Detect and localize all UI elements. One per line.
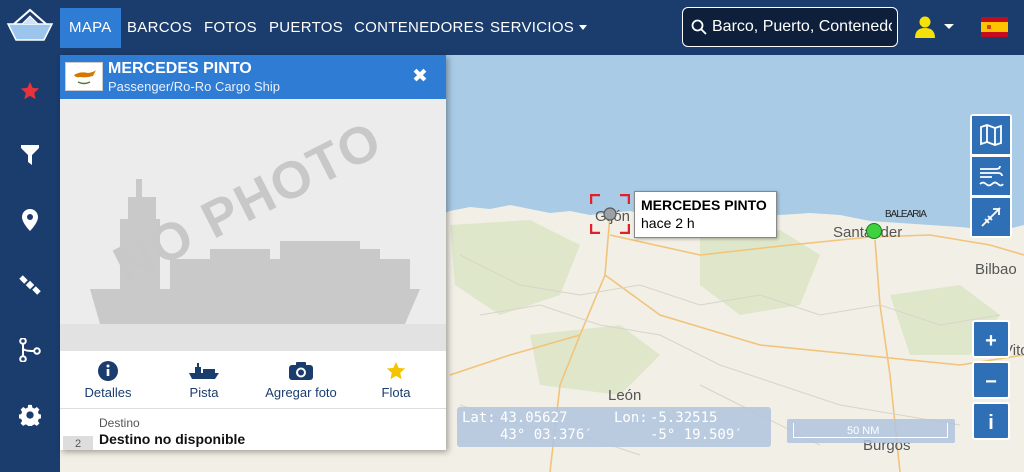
chevron-down-icon [579, 25, 588, 30]
tooltip-vessel-name: MERCEDES PINTO [641, 197, 767, 213]
star-fleet-icon [386, 361, 406, 380]
flag-cyprus-icon [65, 62, 103, 91]
info-button[interactable]: i [972, 402, 1010, 440]
map-icon [980, 124, 1002, 146]
details-label: Detalles [84, 385, 132, 400]
search-box[interactable] [682, 7, 898, 47]
sidebar-favorites-button[interactable] [0, 71, 60, 111]
destination-label: Destino [99, 416, 140, 430]
flag-spain-icon[interactable] [981, 17, 1008, 37]
map-layer-button[interactable] [972, 116, 1010, 154]
details-button[interactable]: Detalles [81, 361, 135, 400]
sidebar-filter-button[interactable] [0, 135, 60, 175]
route-icon [19, 338, 41, 362]
fleet-button[interactable]: Flota [377, 361, 415, 400]
selected-vessel-marker[interactable] [590, 194, 630, 234]
lon-label: Lon: [614, 410, 648, 426]
zoom-out-button[interactable]: − [972, 361, 1010, 399]
lat-dms: 43° 03.376′ [500, 427, 593, 443]
add-photo-button[interactable]: Agregar foto [260, 361, 342, 400]
close-icon[interactable]: ✖ [412, 65, 428, 88]
star-icon [20, 81, 40, 100]
zoom-in-button[interactable]: + [972, 320, 1010, 358]
nav-fotos[interactable]: FOTOS [204, 8, 257, 48]
destination-value: Destino no disponible [99, 431, 246, 447]
add-photo-label: Agregar foto [265, 385, 337, 400]
nav-mapa[interactable]: MAPA [60, 8, 121, 48]
sidebar-route-button[interactable] [0, 330, 60, 370]
vessel-label-cluster[interactable]: BALEARIA [885, 209, 927, 220]
gear-icon [19, 404, 41, 426]
search-icon [691, 19, 707, 35]
wind-waves-icon [979, 165, 1004, 187]
vessel-name: MERCEDES PINTO [108, 60, 252, 77]
satellite-icon [19, 275, 41, 295]
info-circle-icon [98, 361, 118, 381]
measure-tool-button[interactable] [972, 198, 1010, 236]
destination-badge: 2 [63, 436, 93, 450]
vessel-panel-header: MERCEDES PINTO Passenger/Ro-Ro Cargo Shi… [60, 55, 446, 99]
nav-contenedores[interactable]: CONTENEDORES [354, 8, 484, 48]
nav-puertos[interactable]: PUERTOS [269, 8, 343, 48]
nav-servicios-label: SERVICIOS [490, 19, 575, 36]
destination-section: 2 Destino Destino no disponible [60, 410, 446, 450]
logo-boat-icon[interactable] [4, 6, 56, 48]
sidebar-settings-button[interactable] [0, 395, 60, 435]
search-input[interactable] [712, 14, 892, 40]
sidebar-satellite-button[interactable] [0, 265, 60, 305]
fleet-label: Flota [381, 385, 411, 400]
compass-measure-icon [981, 207, 1001, 227]
coordinates-readout: Lat: 43.05627 Lon: -5.32515 43° 03.376′ … [457, 407, 771, 447]
nav-servicios[interactable]: SERVICIOS [490, 8, 588, 48]
vessel-photo-placeholder: NO PHOTO [60, 99, 446, 351]
weather-layer-button[interactable] [972, 157, 1010, 195]
lon-dms: -5° 19.509′ [650, 427, 743, 443]
user-icon [915, 16, 954, 38]
ship-track-icon [189, 363, 219, 379]
vessel-tooltip[interactable]: MERCEDES PINTO hace 2 h [634, 191, 777, 238]
scale-label: 50 NM [847, 425, 880, 437]
scale-bar: 50 NM [787, 419, 955, 443]
vessel-action-bar: Detalles Pista Agregar foto Flota [60, 351, 446, 409]
top-navbar: MAPA BARCOS FOTOS PUERTOS CONTENEDORES S… [0, 0, 1024, 55]
camera-icon [289, 362, 313, 380]
map-layer-controls [970, 114, 1012, 238]
vessel-type: Passenger/Ro-Ro Cargo Ship [108, 79, 280, 94]
filter-icon [21, 145, 39, 165]
vessel-info-panel: MERCEDES PINTO Passenger/Ro-Ro Cargo Shi… [60, 55, 446, 450]
lat-label: Lat: [462, 410, 496, 426]
tooltip-last-seen: hace 2 h [641, 215, 695, 231]
track-button[interactable]: Pista [184, 361, 224, 400]
track-label: Pista [189, 385, 219, 400]
lat-decimal: 43.05627 [500, 410, 568, 426]
nav-barcos[interactable]: BARCOS [127, 8, 192, 48]
sidebar-location-button[interactable] [0, 200, 60, 240]
left-sidebar [0, 55, 60, 472]
vessel-marker-green[interactable] [866, 223, 882, 239]
location-pin-icon [22, 209, 38, 231]
city-label-bilbao: Bilbao [975, 261, 1017, 278]
city-label-leon: León [608, 387, 642, 404]
user-menu[interactable] [914, 16, 954, 43]
lon-decimal: -5.32515 [650, 410, 718, 426]
